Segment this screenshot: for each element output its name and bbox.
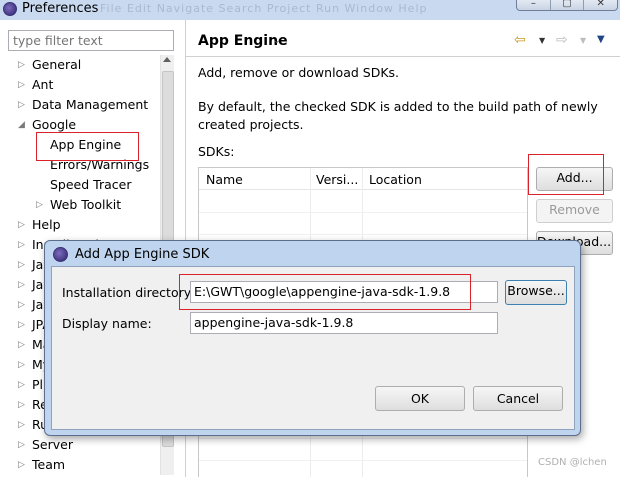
tree-item-label: General <box>32 57 82 72</box>
collapse-arrow-icon[interactable]: ▷ <box>18 59 28 71</box>
tree-item-label: Team <box>32 457 66 472</box>
annotation-highlight-install-dir <box>179 274 471 310</box>
table-row <box>199 438 527 439</box>
annotation-highlight-add <box>528 154 604 195</box>
maximize-icon[interactable]: ▢ <box>551 0 585 10</box>
collapse-arrow-icon[interactable]: ▷ <box>18 279 28 291</box>
tree-item-label: Web Toolkit <box>50 197 122 212</box>
collapse-arrow-icon[interactable]: ▷ <box>18 419 28 431</box>
close-icon[interactable]: ✕ <box>584 0 617 10</box>
back-arrow-icon[interactable]: ⇦ <box>514 32 526 48</box>
window-controls: – ▢ ✕ <box>516 0 618 11</box>
collapse-arrow-icon[interactable]: ▷ <box>18 459 28 471</box>
forward-arrow-icon[interactable]: ⇨ <box>556 32 568 48</box>
window-title: Preferences <box>22 1 99 16</box>
table-row <box>199 212 527 213</box>
annotation-highlight-app-engine <box>36 132 139 161</box>
sdk-table-header: Name Versi... Location <box>199 168 527 190</box>
collapse-arrow-icon[interactable]: ▷ <box>18 339 28 351</box>
filter-input[interactable] <box>8 30 174 51</box>
collapse-arrow-icon[interactable]: ▷ <box>18 299 28 311</box>
collapse-arrow-icon[interactable]: ▷ <box>18 359 28 371</box>
collapse-arrow-icon[interactable]: ▷ <box>18 379 28 391</box>
collapse-arrow-icon[interactable]: ▷ <box>18 239 28 251</box>
collapse-arrow-icon[interactable]: ▷ <box>36 199 46 211</box>
eclipse-app-icon <box>53 247 68 262</box>
window-titlebar: Preferences File Edit Navigate Search Pr… <box>0 0 620 20</box>
collapse-arrow-icon[interactable]: ▷ <box>18 399 28 411</box>
page-header: App Engine ⌄ ⇦ ▼ ⇨ ▼ ▼ <box>186 20 620 56</box>
ok-button[interactable]: OK <box>375 386 465 411</box>
collapse-arrow-icon[interactable]: ▷ <box>18 439 28 451</box>
page-note-line1: By default, the checked SDK is added to … <box>198 99 598 114</box>
watermark: CSDN @lchen <box>538 457 607 468</box>
tree-item-label: Server <box>32 437 73 452</box>
display-name-field[interactable]: appengine-java-sdk-1.9.8 <box>190 312 498 334</box>
page-description: Add, remove or download SDKs. <box>198 65 400 80</box>
remove-sdk-button[interactable]: Remove <box>536 199 613 223</box>
scroll-up-icon[interactable] <box>163 57 171 62</box>
tree-item-label: Speed Tracer <box>50 177 132 192</box>
cancel-button[interactable]: Cancel <box>473 386 563 411</box>
tree-item-label: Help <box>32 217 61 232</box>
page-note-line2: created projects. <box>198 117 304 132</box>
tree-item-label: Google <box>32 117 77 132</box>
table-row <box>199 460 527 461</box>
table-row <box>199 234 527 235</box>
eclipse-app-icon <box>3 2 17 16</box>
dialog-title: Add App Engine SDK <box>75 247 210 262</box>
collapse-arrow-icon[interactable]: ▷ <box>18 99 28 111</box>
collapse-arrow-icon[interactable]: ▷ <box>18 319 28 331</box>
header-divider <box>186 56 620 57</box>
tree-item-label: Data Management <box>32 97 149 112</box>
column-version[interactable]: Versi... <box>316 172 358 187</box>
chevron-down-icon: ⌄ <box>273 36 281 46</box>
display-name-label: Display name: <box>62 316 152 331</box>
view-menu-icon[interactable]: ▼ <box>597 34 605 45</box>
forward-dropdown-icon[interactable]: ▼ <box>580 36 586 45</box>
browse-button[interactable]: Browse... <box>505 280 567 305</box>
installation-directory-label: Installation directory: <box>62 285 195 300</box>
sdks-label: SDKs: <box>198 144 235 159</box>
column-location[interactable]: Location <box>369 172 422 187</box>
background-menu-ghost: File Edit Navigate Search Project Run Wi… <box>100 2 428 15</box>
collapse-arrow-icon[interactable]: ▷ <box>18 79 28 91</box>
collapse-arrow-icon[interactable]: ▷ <box>18 259 28 271</box>
minimize-icon[interactable]: – <box>517 0 551 10</box>
back-dropdown-icon[interactable]: ▼ <box>539 36 545 45</box>
collapse-arrow-icon[interactable]: ▷ <box>18 219 28 231</box>
column-name[interactable]: Name <box>206 172 243 187</box>
expand-arrow-icon[interactable]: ◢ <box>18 119 28 131</box>
tree-item-label: Ant <box>32 77 54 92</box>
add-sdk-dialog: Add App Engine SDK Installation director… <box>44 240 581 436</box>
